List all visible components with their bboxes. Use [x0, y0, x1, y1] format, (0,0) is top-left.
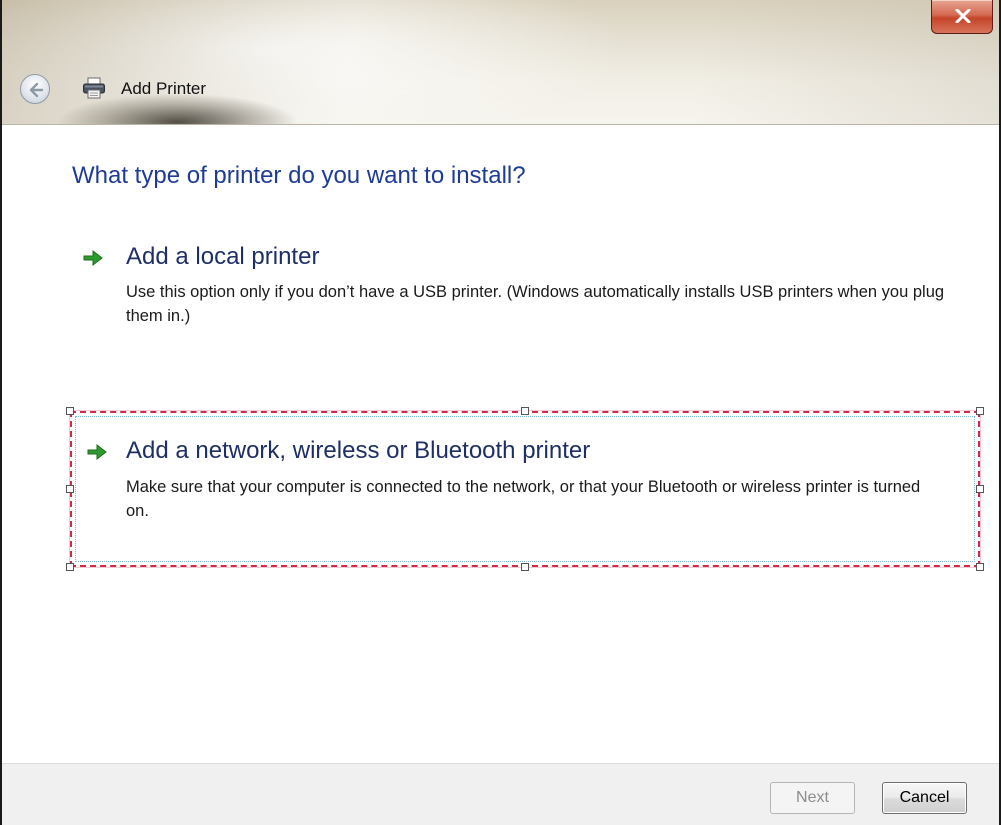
- add-printer-window: Add Printer What type of printer do you …: [0, 0, 1001, 825]
- resize-handle: [66, 485, 74, 493]
- window-title: Add Printer: [121, 79, 207, 98]
- option-add-local-printer[interactable]: Add a local printer Use this option only…: [70, 238, 980, 356]
- option-title: Add a network, wireless or Bluetooth pri…: [126, 437, 591, 464]
- resize-handle: [521, 563, 529, 571]
- page-heading: What type of printer do you want to inst…: [72, 162, 526, 189]
- printer-icon: [83, 77, 105, 99]
- next-button[interactable]: Next: [770, 782, 855, 814]
- resize-handle: [976, 563, 984, 571]
- green-arrow-icon: [83, 249, 103, 267]
- resize-handle: [521, 407, 529, 415]
- close-button[interactable]: [931, 0, 993, 34]
- back-button[interactable]: [20, 74, 50, 104]
- resize-handle: [976, 407, 984, 415]
- title-bar: [2, 0, 999, 125]
- resize-handle: [976, 485, 984, 493]
- resize-handle: [66, 407, 74, 415]
- green-arrow-icon: [87, 443, 107, 461]
- option-add-network-printer[interactable]: Add a network, wireless or Bluetooth pri…: [66, 407, 984, 571]
- option-title: Add a local printer: [126, 243, 320, 270]
- resize-handle: [66, 563, 74, 571]
- option-description: Use this option only if you don’t have a…: [126, 283, 945, 325]
- glass-sheen: [2, 0, 999, 124]
- back-arrow-icon: [29, 82, 44, 98]
- cancel-button[interactable]: Cancel: [882, 782, 967, 814]
- close-icon: [955, 9, 971, 23]
- option-description: Make sure that your computer is connecte…: [126, 478, 921, 520]
